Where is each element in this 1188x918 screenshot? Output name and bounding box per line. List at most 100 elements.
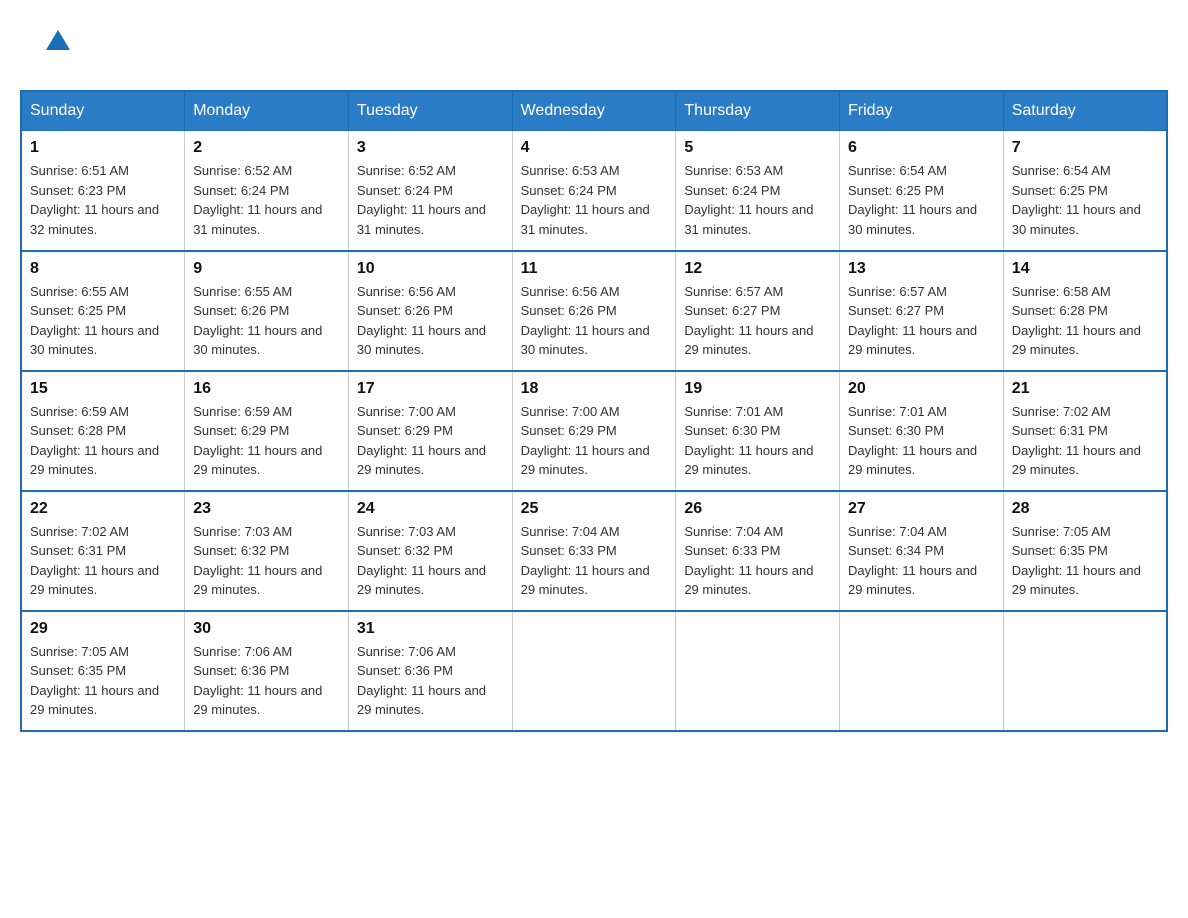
day-info: Sunrise: 6:52 AM Sunset: 6:24 PM Dayligh… xyxy=(357,161,504,239)
day-number: 18 xyxy=(521,380,668,398)
calendar-cell: 20 Sunrise: 7:01 AM Sunset: 6:30 PM Dayl… xyxy=(840,371,1004,491)
day-info: Sunrise: 6:55 AM Sunset: 6:26 PM Dayligh… xyxy=(193,282,340,360)
header-sunday: Sunday xyxy=(21,91,185,131)
day-number: 27 xyxy=(848,500,995,518)
calendar-table: Sunday Monday Tuesday Wednesday Thursday… xyxy=(20,90,1168,732)
day-info: Sunrise: 6:54 AM Sunset: 6:25 PM Dayligh… xyxy=(1012,161,1158,239)
calendar-cell: 16 Sunrise: 6:59 AM Sunset: 6:29 PM Dayl… xyxy=(185,371,349,491)
calendar-week-4: 22 Sunrise: 7:02 AM Sunset: 6:31 PM Dayl… xyxy=(21,491,1167,611)
day-info: Sunrise: 7:01 AM Sunset: 6:30 PM Dayligh… xyxy=(848,402,995,480)
day-info: Sunrise: 6:54 AM Sunset: 6:25 PM Dayligh… xyxy=(848,161,995,239)
calendar-cell: 27 Sunrise: 7:04 AM Sunset: 6:34 PM Dayl… xyxy=(840,491,1004,611)
calendar-cell: 18 Sunrise: 7:00 AM Sunset: 6:29 PM Dayl… xyxy=(512,371,676,491)
calendar-cell: 6 Sunrise: 6:54 AM Sunset: 6:25 PM Dayli… xyxy=(840,131,1004,251)
calendar-cell: 7 Sunrise: 6:54 AM Sunset: 6:25 PM Dayli… xyxy=(1003,131,1167,251)
day-number: 19 xyxy=(684,380,831,398)
calendar-cell: 17 Sunrise: 7:00 AM Sunset: 6:29 PM Dayl… xyxy=(348,371,512,491)
day-number: 20 xyxy=(848,380,995,398)
calendar-cell: 4 Sunrise: 6:53 AM Sunset: 6:24 PM Dayli… xyxy=(512,131,676,251)
day-number: 6 xyxy=(848,139,995,157)
day-number: 15 xyxy=(30,380,176,398)
calendar-cell: 25 Sunrise: 7:04 AM Sunset: 6:33 PM Dayl… xyxy=(512,491,676,611)
header-wednesday: Wednesday xyxy=(512,91,676,131)
calendar-header-row: Sunday Monday Tuesday Wednesday Thursday… xyxy=(21,91,1167,131)
day-info: Sunrise: 6:57 AM Sunset: 6:27 PM Dayligh… xyxy=(684,282,831,360)
calendar-cell: 31 Sunrise: 7:06 AM Sunset: 6:36 PM Dayl… xyxy=(348,611,512,731)
day-info: Sunrise: 7:04 AM Sunset: 6:33 PM Dayligh… xyxy=(521,522,668,600)
calendar-cell: 21 Sunrise: 7:02 AM Sunset: 6:31 PM Dayl… xyxy=(1003,371,1167,491)
header-monday: Monday xyxy=(185,91,349,131)
day-number: 4 xyxy=(521,139,668,157)
day-info: Sunrise: 7:03 AM Sunset: 6:32 PM Dayligh… xyxy=(357,522,504,600)
day-number: 11 xyxy=(521,260,668,278)
calendar-cell: 19 Sunrise: 7:01 AM Sunset: 6:30 PM Dayl… xyxy=(676,371,840,491)
day-number: 28 xyxy=(1012,500,1158,518)
calendar-cell: 26 Sunrise: 7:04 AM Sunset: 6:33 PM Dayl… xyxy=(676,491,840,611)
calendar-cell: 30 Sunrise: 7:06 AM Sunset: 6:36 PM Dayl… xyxy=(185,611,349,731)
day-number: 7 xyxy=(1012,139,1158,157)
day-info: Sunrise: 6:55 AM Sunset: 6:25 PM Dayligh… xyxy=(30,282,176,360)
calendar-cell: 3 Sunrise: 6:52 AM Sunset: 6:24 PM Dayli… xyxy=(348,131,512,251)
day-info: Sunrise: 7:00 AM Sunset: 6:29 PM Dayligh… xyxy=(357,402,504,480)
page-header xyxy=(20,20,1168,70)
day-info: Sunrise: 6:53 AM Sunset: 6:24 PM Dayligh… xyxy=(521,161,668,239)
day-number: 2 xyxy=(193,139,340,157)
day-info: Sunrise: 6:56 AM Sunset: 6:26 PM Dayligh… xyxy=(521,282,668,360)
day-number: 12 xyxy=(684,260,831,278)
day-info: Sunrise: 7:02 AM Sunset: 6:31 PM Dayligh… xyxy=(1012,402,1158,480)
day-info: Sunrise: 6:58 AM Sunset: 6:28 PM Dayligh… xyxy=(1012,282,1158,360)
day-number: 9 xyxy=(193,260,340,278)
day-info: Sunrise: 6:59 AM Sunset: 6:28 PM Dayligh… xyxy=(30,402,176,480)
calendar-week-2: 8 Sunrise: 6:55 AM Sunset: 6:25 PM Dayli… xyxy=(21,251,1167,371)
calendar-week-3: 15 Sunrise: 6:59 AM Sunset: 6:28 PM Dayl… xyxy=(21,371,1167,491)
day-number: 13 xyxy=(848,260,995,278)
day-number: 29 xyxy=(30,620,176,638)
calendar-cell: 14 Sunrise: 6:58 AM Sunset: 6:28 PM Dayl… xyxy=(1003,251,1167,371)
calendar-cell: 28 Sunrise: 7:05 AM Sunset: 6:35 PM Dayl… xyxy=(1003,491,1167,611)
calendar-cell: 9 Sunrise: 6:55 AM Sunset: 6:26 PM Dayli… xyxy=(185,251,349,371)
calendar-cell: 12 Sunrise: 6:57 AM Sunset: 6:27 PM Dayl… xyxy=(676,251,840,371)
day-info: Sunrise: 7:01 AM Sunset: 6:30 PM Dayligh… xyxy=(684,402,831,480)
calendar-cell: 10 Sunrise: 6:56 AM Sunset: 6:26 PM Dayl… xyxy=(348,251,512,371)
day-info: Sunrise: 6:52 AM Sunset: 6:24 PM Dayligh… xyxy=(193,161,340,239)
day-info: Sunrise: 7:05 AM Sunset: 6:35 PM Dayligh… xyxy=(30,642,176,720)
day-number: 14 xyxy=(1012,260,1158,278)
day-info: Sunrise: 6:57 AM Sunset: 6:27 PM Dayligh… xyxy=(848,282,995,360)
day-info: Sunrise: 7:06 AM Sunset: 6:36 PM Dayligh… xyxy=(357,642,504,720)
header-thursday: Thursday xyxy=(676,91,840,131)
calendar-cell: 24 Sunrise: 7:03 AM Sunset: 6:32 PM Dayl… xyxy=(348,491,512,611)
calendar-cell: 13 Sunrise: 6:57 AM Sunset: 6:27 PM Dayl… xyxy=(840,251,1004,371)
day-info: Sunrise: 6:51 AM Sunset: 6:23 PM Dayligh… xyxy=(30,161,176,239)
calendar-week-1: 1 Sunrise: 6:51 AM Sunset: 6:23 PM Dayli… xyxy=(21,131,1167,251)
calendar-cell: 1 Sunrise: 6:51 AM Sunset: 6:23 PM Dayli… xyxy=(21,131,185,251)
day-number: 17 xyxy=(357,380,504,398)
day-info: Sunrise: 7:06 AM Sunset: 6:36 PM Dayligh… xyxy=(193,642,340,720)
day-number: 16 xyxy=(193,380,340,398)
day-number: 26 xyxy=(684,500,831,518)
calendar-cell xyxy=(1003,611,1167,731)
day-number: 25 xyxy=(521,500,668,518)
day-info: Sunrise: 7:03 AM Sunset: 6:32 PM Dayligh… xyxy=(193,522,340,600)
calendar-cell xyxy=(840,611,1004,731)
header-saturday: Saturday xyxy=(1003,91,1167,131)
calendar-cell: 5 Sunrise: 6:53 AM Sunset: 6:24 PM Dayli… xyxy=(676,131,840,251)
calendar-cell: 15 Sunrise: 6:59 AM Sunset: 6:28 PM Dayl… xyxy=(21,371,185,491)
header-tuesday: Tuesday xyxy=(348,91,512,131)
calendar-cell: 22 Sunrise: 7:02 AM Sunset: 6:31 PM Dayl… xyxy=(21,491,185,611)
day-info: Sunrise: 6:53 AM Sunset: 6:24 PM Dayligh… xyxy=(684,161,831,239)
day-info: Sunrise: 6:56 AM Sunset: 6:26 PM Dayligh… xyxy=(357,282,504,360)
calendar-cell: 8 Sunrise: 6:55 AM Sunset: 6:25 PM Dayli… xyxy=(21,251,185,371)
day-number: 5 xyxy=(684,139,831,157)
day-number: 21 xyxy=(1012,380,1158,398)
day-number: 1 xyxy=(30,139,176,157)
logo xyxy=(20,20,70,70)
day-number: 10 xyxy=(357,260,504,278)
day-info: Sunrise: 7:02 AM Sunset: 6:31 PM Dayligh… xyxy=(30,522,176,600)
day-info: Sunrise: 6:59 AM Sunset: 6:29 PM Dayligh… xyxy=(193,402,340,480)
logo-icon xyxy=(20,20,70,70)
day-number: 8 xyxy=(30,260,176,278)
calendar-cell: 2 Sunrise: 6:52 AM Sunset: 6:24 PM Dayli… xyxy=(185,131,349,251)
day-number: 24 xyxy=(357,500,504,518)
day-number: 3 xyxy=(357,139,504,157)
day-number: 23 xyxy=(193,500,340,518)
